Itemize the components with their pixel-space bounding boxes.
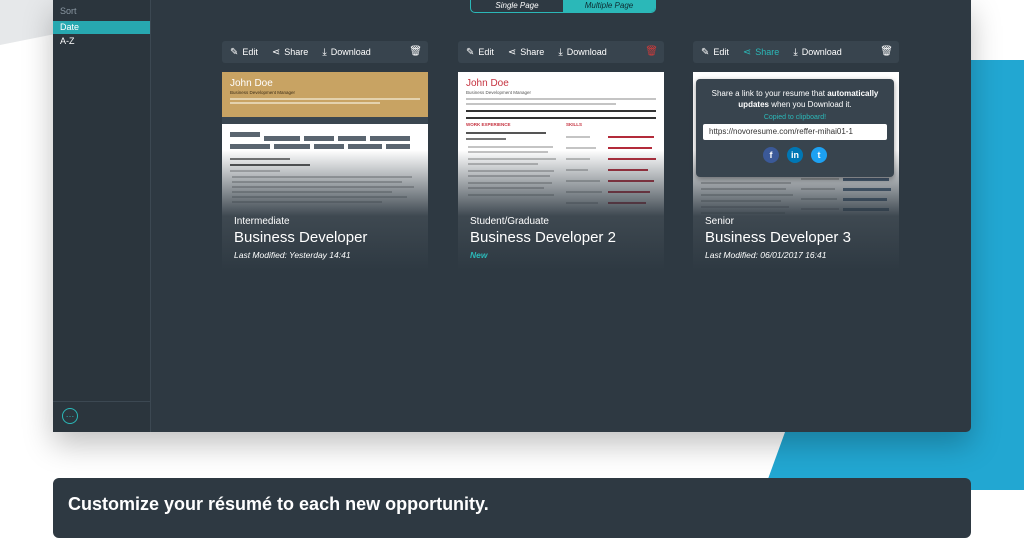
skill-bar	[608, 147, 652, 150]
preview-tag	[230, 132, 260, 137]
resume-card: ✎ Edit ⋖ Share ⤓ Download 🗑 John Doe Busine…	[222, 41, 428, 270]
sort-option-date[interactable]: Date	[53, 21, 150, 34]
sidebar-divider	[53, 401, 150, 402]
resume-level: Intermediate	[234, 216, 290, 227]
preview-line	[468, 146, 553, 148]
download-icon: ⤓	[793, 46, 798, 58]
preview-line	[466, 103, 616, 105]
resume-dashboard: Sort Date A-Z … Single Page Multiple Pag…	[53, 0, 971, 432]
preview-tag	[370, 136, 410, 141]
card-meta: Student/Graduate Business Developer 2 Ne…	[470, 216, 616, 260]
edit-icon: ✎	[466, 46, 475, 58]
share-link-input[interactable]: https://novoresume.com/reffer-mihai01-1	[703, 124, 887, 140]
preview-tag	[274, 144, 310, 149]
download-icon: ⤓	[322, 46, 327, 58]
preview-line	[230, 98, 420, 100]
card-toolbar: ✎ Edit ⋖ Share ⤓ Download 🗑	[458, 41, 664, 63]
preview-contact-bar	[222, 117, 428, 124]
preview-tag	[386, 144, 410, 149]
preview-section: SKILLS	[566, 122, 583, 127]
preview-line	[566, 147, 596, 149]
twitter-icon[interactable]: t	[811, 147, 827, 163]
resume-card: ✎ Edit ⋖ Share ⤓ Download 🗑 Senior Busin…	[693, 41, 899, 270]
resume-title: Business Developer 3	[705, 229, 851, 246]
facebook-icon[interactable]: f	[763, 147, 779, 163]
download-icon: ⤓	[558, 46, 563, 58]
skill-bar	[608, 136, 654, 139]
download-button[interactable]: ⤓ Download	[779, 47, 841, 58]
preview-name: John Doe	[230, 78, 273, 89]
edit-button[interactable]: ✎ Edit	[693, 47, 729, 58]
multiple-page-toggle[interactable]: Multiple Page	[563, 0, 655, 12]
trash-icon[interactable]: 🗑	[645, 46, 658, 57]
preview-tag	[230, 144, 270, 149]
social-buttons: f in t	[696, 147, 894, 163]
resume-level: Student/Graduate	[470, 216, 549, 227]
download-button[interactable]: ⤓ Download	[544, 47, 606, 58]
preview-line	[466, 98, 656, 100]
preview-title: Business Development Manager	[466, 90, 532, 95]
share-popup: Share a link to your resume that automat…	[696, 79, 894, 177]
preview-name: John Doe	[466, 78, 509, 89]
edit-button[interactable]: ✎ Edit	[458, 47, 494, 58]
download-button[interactable]: ⤓ Download	[308, 47, 370, 58]
share-button[interactable]: ⋖ Share	[729, 47, 779, 58]
share-button[interactable]: ⋖ Share	[258, 47, 308, 58]
sort-option-az[interactable]: A-Z	[53, 35, 150, 48]
share-icon: ⋖	[742, 46, 752, 58]
copied-notice: Copied to clipboard!	[763, 114, 827, 121]
preview-line	[466, 110, 656, 112]
share-icon: ⋖	[271, 46, 281, 58]
card-meta: Intermediate Business Developer Last Mod…	[234, 216, 367, 260]
preview-line	[466, 117, 656, 119]
card-meta: Senior Business Developer 3 Last Modifie…	[705, 216, 851, 260]
preview-line	[230, 102, 380, 104]
preview-line	[466, 138, 506, 140]
preview-tag	[264, 136, 300, 141]
share-message: Share a link to your resume that automat…	[711, 89, 879, 109]
resume-title: Business Developer 2	[470, 229, 616, 246]
trash-icon[interactable]: 🗑	[409, 46, 422, 57]
feature-banner: Customize your résumé to each new opport…	[53, 478, 971, 538]
resume-card: ✎ Edit ⋖ Share ⤓ Download 🗑 John Doe Busine…	[458, 41, 664, 270]
preview-section: WORK EXPERIENCE	[466, 122, 511, 127]
sort-label: Sort	[60, 6, 77, 16]
resume-preview[interactable]: John Doe Business Development Manager In…	[222, 72, 428, 270]
last-modified: Last Modified: 06/01/2017 16:41	[705, 250, 827, 260]
chat-icon[interactable]: …	[62, 408, 78, 424]
edit-button[interactable]: ✎ Edit	[222, 47, 258, 58]
preview-line	[566, 136, 590, 138]
preview-tag	[348, 144, 382, 149]
share-button[interactable]: ⋖ Share	[494, 47, 544, 58]
background-shape-left	[0, 0, 60, 45]
last-modified: Last Modified: Yesterday 14:41	[234, 250, 351, 260]
sidebar: Sort Date A-Z …	[53, 0, 151, 432]
trash-icon[interactable]: 🗑	[880, 46, 893, 57]
share-icon: ⋖	[507, 46, 517, 58]
resume-preview[interactable]: John Doe Business Development Manager WO…	[458, 72, 664, 270]
resume-level: Senior	[705, 216, 734, 227]
preview-tag	[304, 136, 334, 141]
resume-title: Business Developer	[234, 229, 368, 246]
card-toolbar: ✎ Edit ⋖ Share ⤓ Download 🗑	[222, 41, 428, 63]
preview-tag	[338, 136, 366, 141]
card-toolbar: ✎ Edit ⋖ Share ⤓ Download 🗑	[693, 41, 899, 63]
preview-line	[466, 132, 546, 134]
edit-icon: ✎	[701, 46, 710, 58]
new-badge: New	[470, 250, 488, 260]
single-page-toggle[interactable]: Single Page	[471, 0, 563, 12]
preview-title: Business Development Manager	[230, 90, 296, 95]
edit-icon: ✎	[230, 46, 239, 58]
preview-tag	[314, 144, 344, 149]
linkedin-icon[interactable]: in	[787, 147, 803, 163]
page-view-toggle: Single Page Multiple Page	[470, 0, 656, 13]
